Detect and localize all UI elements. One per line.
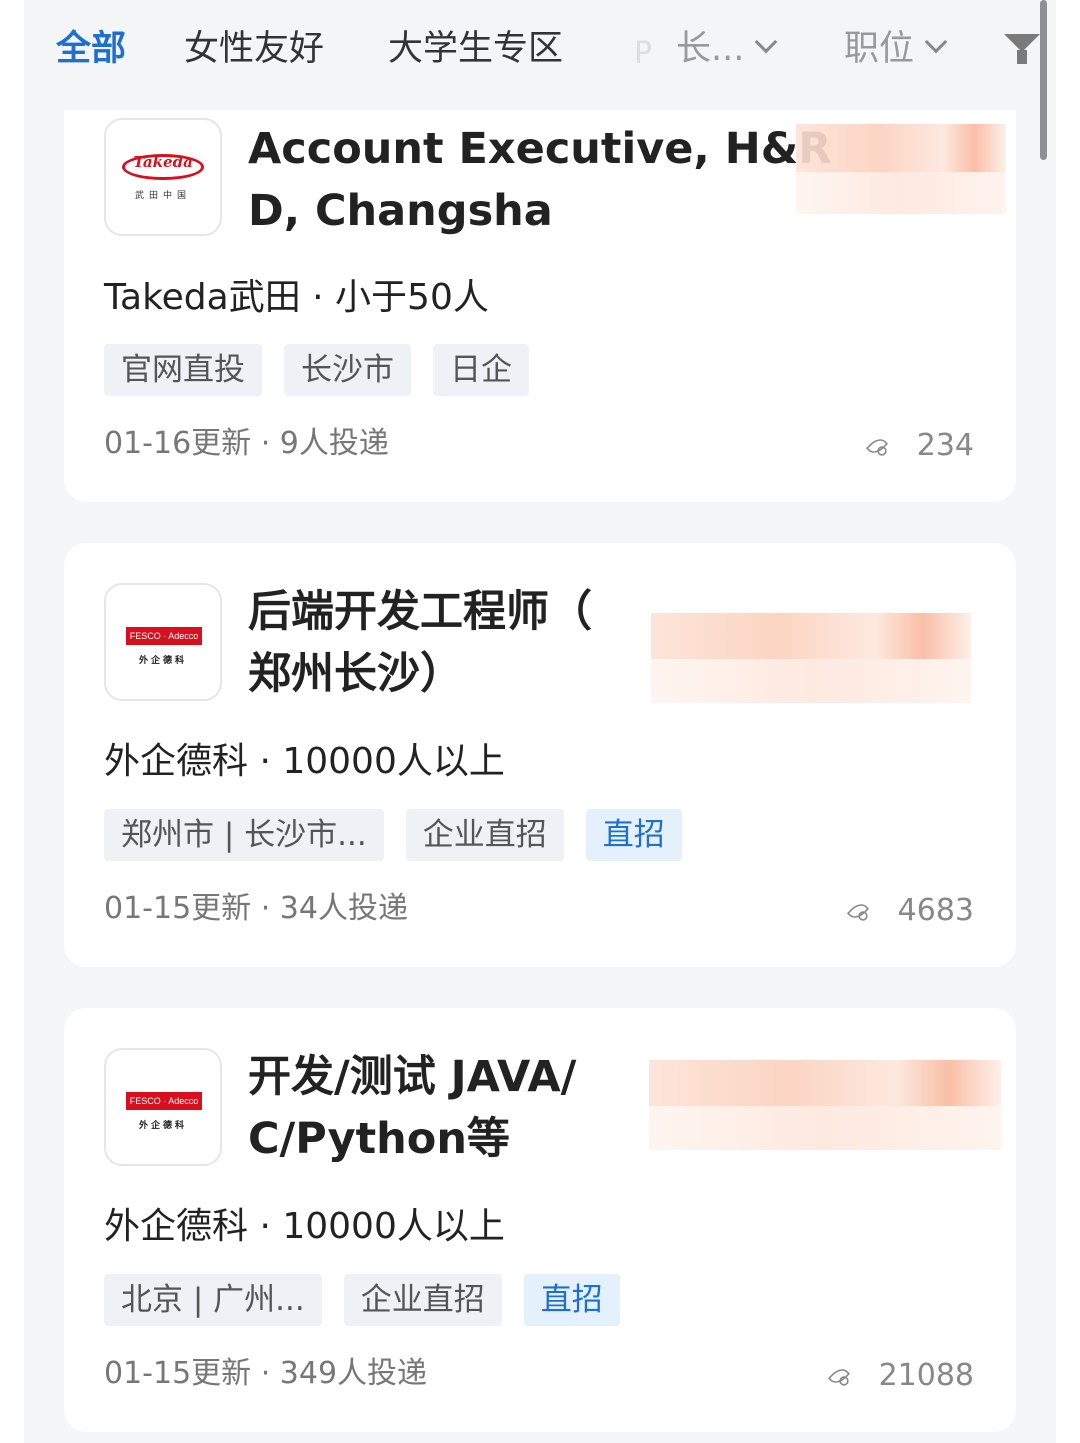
eye-icon: [865, 429, 903, 463]
view-count: 234: [865, 426, 974, 466]
tab-women-friendly[interactable]: 女性友好: [184, 26, 324, 72]
update-meta: 01-15更新 · 349人投递: [104, 1356, 428, 1391]
update-meta: 01-16更新 · 9人投递: [104, 426, 389, 461]
view-count-value: 4683: [897, 893, 974, 928]
tag: 企业直招: [343, 1274, 502, 1326]
chevron-down-icon: [755, 30, 778, 54]
tag: 日企: [433, 344, 529, 396]
view-count: 21088: [827, 1356, 974, 1396]
tag-highlight: 直招: [523, 1274, 620, 1326]
takeda-logo-word: Takeda: [133, 153, 193, 171]
scrollbar[interactable]: [1040, 0, 1047, 160]
job-card[interactable]: FESCO · Adecco 外企德科 开发/测试 JAVA/ C/Python…: [64, 1008, 1016, 1432]
tag: 官网直投: [104, 344, 262, 396]
blurred-salary: [796, 124, 1006, 172]
filter-funnel-icon-stem: [1017, 50, 1027, 64]
city-dropdown-label: 长...: [676, 29, 745, 69]
fesco-logo-mark: FESCO · Adecco: [126, 1092, 202, 1110]
tag: 郑州市 | 长沙市...: [104, 809, 384, 861]
tab-all[interactable]: 全部: [56, 26, 126, 72]
job-card[interactable]: Takeda 武田中国 Account Executive, H&R D, Ch…: [64, 110, 1016, 502]
blurred-salary-lower: [651, 659, 971, 703]
company-line: Takeda武田 · 小于50人: [104, 277, 489, 318]
tag-list: 郑州市 | 长沙市... 企业直招 直招: [104, 809, 682, 861]
chevron-down-icon: [924, 30, 948, 54]
tag-list: 北京 | 广州... 企业直招 直招: [104, 1274, 620, 1326]
position-dropdown[interactable]: 职位: [844, 26, 948, 72]
blurred-salary-lower: [796, 172, 1006, 214]
fesco-logo-subtext: 外企德科: [138, 1121, 187, 1131]
job-list-page: 全部 女性友好 大学生专区 P 长... 职位 Takeda 武田中国 Acco…: [24, 0, 1056, 1443]
blurred-salary: [649, 1060, 1001, 1106]
fesco-logo-mark: FESCO · Adecco: [126, 627, 202, 645]
filter-bar: 全部 女性友好 大学生专区 P 长... 职位: [24, 0, 1056, 100]
tag-highlight: 直招: [585, 809, 682, 861]
company-line: 外企德科 · 10000人以上: [104, 741, 505, 782]
blurred-salary-lower: [649, 1106, 1001, 1150]
tab-students[interactable]: 大学生专区: [388, 26, 563, 72]
company-logo: FESCO · Adecco 外企德科: [104, 583, 222, 701]
view-count-value: 21088: [878, 1358, 974, 1393]
company-logo: Takeda 武田中国: [104, 118, 222, 236]
tag-list: 官网直投 长沙市 日企: [104, 344, 529, 396]
eye-icon: [827, 1359, 865, 1393]
city-dropdown[interactable]: 长...: [676, 26, 778, 72]
fesco-logo-subtext: 外企德科: [138, 656, 187, 666]
view-count-value: 234: [916, 428, 974, 463]
company-logo: FESCO · Adecco 外企德科: [104, 1048, 222, 1166]
faded-overflow-text: P: [634, 36, 653, 71]
job-card[interactable]: FESCO · Adecco 外企德科 后端开发工程师（ 郑州长沙） 外企德科 …: [64, 543, 1016, 967]
job-title[interactable]: 后端开发工程师（ 郑州长沙）: [248, 581, 592, 705]
tag: 长沙市: [284, 344, 411, 396]
tag: 企业直招: [405, 809, 564, 861]
view-count: 4683: [846, 891, 974, 931]
update-meta: 01-15更新 · 34人投递: [104, 891, 408, 926]
job-title[interactable]: Account Executive, H&R D, Changsha: [248, 118, 831, 242]
blurred-salary: [651, 613, 971, 659]
takeda-logo-subtext: 武田中国: [134, 191, 191, 201]
eye-icon: [846, 894, 884, 928]
company-line: 外企德科 · 10000人以上: [104, 1206, 505, 1247]
job-title[interactable]: 开发/测试 JAVA/ C/Python等: [248, 1046, 576, 1170]
position-dropdown-label: 职位: [844, 29, 915, 69]
tag: 北京 | 广州...: [104, 1274, 322, 1326]
